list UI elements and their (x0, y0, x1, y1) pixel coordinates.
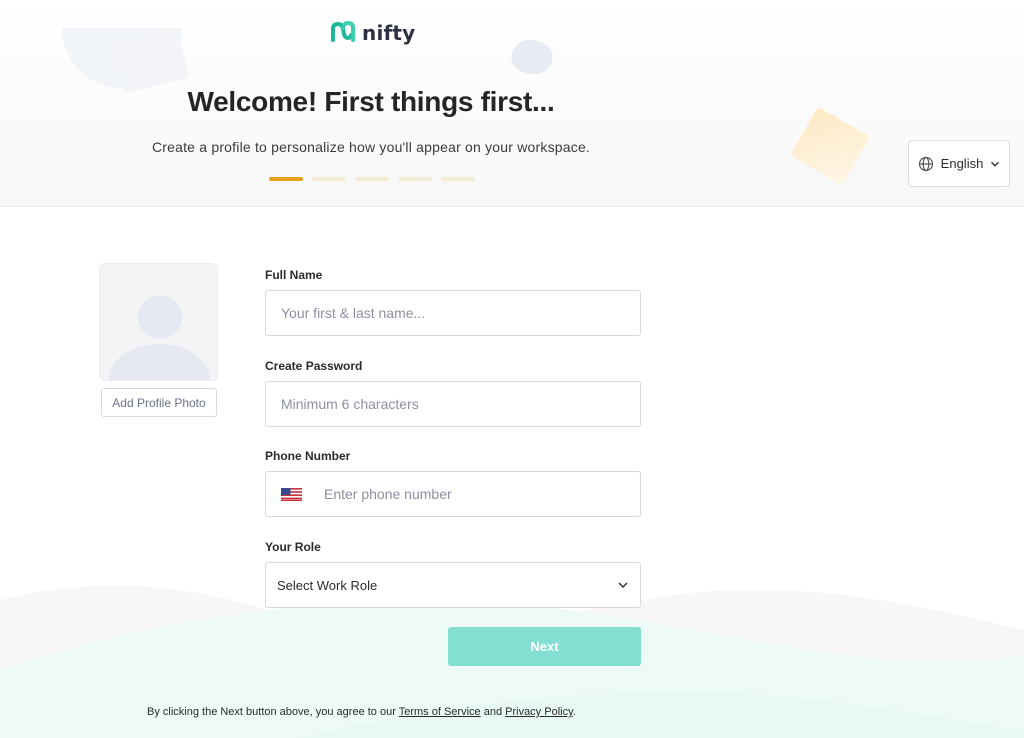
nifty-logo-icon (331, 20, 355, 42)
password-label: Create Password (265, 359, 363, 373)
globe-icon (918, 156, 933, 171)
work-role-value: Select Work Role (277, 577, 378, 593)
add-profile-photo-button[interactable]: Add Profile Photo (101, 388, 217, 417)
brand-logo: nifty (330, 19, 415, 47)
page-title: Welcome! First things first... (187, 86, 555, 117)
work-role-select[interactable]: Select Work Role (265, 562, 641, 608)
chevron-down-icon (991, 161, 1000, 167)
language-selector[interactable]: English (908, 140, 1010, 187)
us-flag-icon[interactable] (281, 488, 302, 501)
header-band: nifty Welcome! First things first... Cre… (0, 0, 1024, 207)
profile-photo-placeholder[interactable] (99, 263, 218, 381)
avatar-body-shape (109, 344, 210, 380)
brand-name: nifty (362, 21, 416, 45)
decorative-shape (507, 34, 557, 80)
full-name-label: Full Name (265, 268, 323, 282)
legal-prefix: By clicking the Next button above, you a… (147, 706, 399, 718)
full-name-input[interactable] (265, 290, 641, 336)
terms-of-service-link[interactable]: Terms of Service (399, 706, 481, 718)
step-indicator (441, 177, 475, 181)
chevron-down-icon (618, 582, 628, 589)
step-indicator (312, 177, 346, 181)
legal-and: and (480, 706, 506, 718)
next-button[interactable]: Next (448, 627, 641, 666)
privacy-policy-link[interactable]: Privacy Policy (505, 706, 573, 718)
password-input[interactable] (265, 381, 641, 427)
legal-notice: By clicking the Next button above, you a… (147, 706, 576, 718)
phone-field (265, 471, 641, 517)
phone-input[interactable] (324, 472, 634, 516)
step-indicator (355, 177, 389, 181)
language-label: English (940, 156, 984, 171)
step-indicator-active (269, 177, 303, 181)
role-label: Your Role (265, 540, 321, 554)
avatar-head-shape (138, 295, 182, 339)
page-subtitle: Create a profile to personalize how you'… (151, 139, 591, 155)
step-indicator (398, 177, 432, 181)
decorative-paper (790, 106, 870, 186)
phone-label: Phone Number (265, 449, 351, 463)
legal-suffix: . (572, 706, 576, 718)
step-progress (269, 177, 475, 181)
